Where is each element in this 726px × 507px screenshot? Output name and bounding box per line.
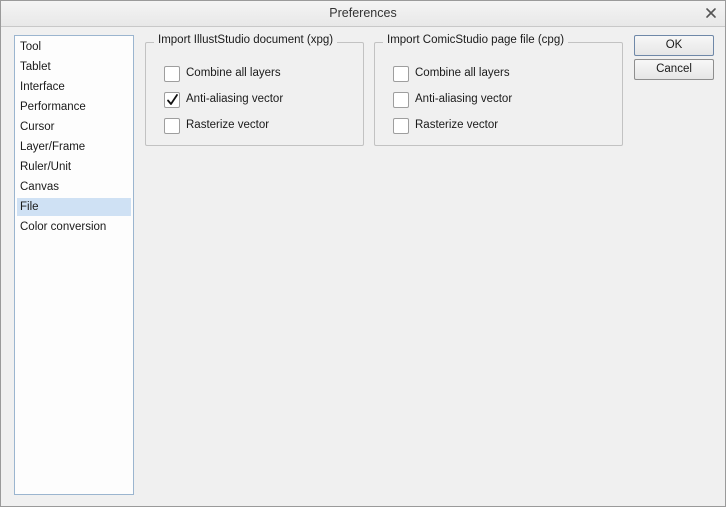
- checkbox-label: Anti-aliasing vector: [186, 93, 284, 105]
- category-item-cursor[interactable]: Cursor: [17, 118, 131, 136]
- category-item-canvas[interactable]: Canvas: [17, 178, 131, 196]
- checkbox-label: Combine all layers: [186, 67, 281, 79]
- category-item-ruler-unit[interactable]: Ruler/Unit: [17, 158, 131, 176]
- checkbox-box[interactable]: [393, 66, 409, 82]
- checkbox-label: Anti-aliasing vector: [415, 93, 513, 105]
- ok-button-label: OK: [665, 39, 683, 51]
- category-item-interface[interactable]: Interface: [17, 78, 131, 96]
- category-item-label: Tablet: [20, 61, 51, 73]
- ok-button[interactable]: OK: [634, 35, 714, 56]
- checkbox-box[interactable]: [164, 118, 180, 134]
- category-item-file[interactable]: File: [17, 198, 131, 216]
- cancel-button-label: Cancel: [656, 63, 692, 75]
- close-icon: [706, 8, 716, 18]
- category-item-label: Layer/Frame: [20, 141, 86, 153]
- checkbox-label: Rasterize vector: [415, 119, 499, 131]
- category-item-label: Tool: [20, 41, 42, 53]
- checkbox-label: Rasterize vector: [186, 119, 270, 131]
- checkbox-box[interactable]: [393, 118, 409, 134]
- category-item-label: Ruler/Unit: [20, 161, 72, 173]
- category-list[interactable]: Tool Tablet Interface Performance Cursor…: [14, 35, 134, 495]
- import-cpg-group: Import ComicStudio page file (cpg) Combi…: [374, 34, 623, 146]
- checkbox-label: Combine all layers: [415, 67, 510, 79]
- category-item-performance[interactable]: Performance: [17, 98, 131, 116]
- import-xpg-group: Import IllustStudio document (xpg) Combi…: [145, 34, 364, 146]
- checkbox-box[interactable]: [164, 66, 180, 82]
- category-item-label: Cursor: [20, 121, 55, 133]
- import-cpg-legend: Import ComicStudio page file (cpg): [383, 34, 569, 46]
- category-item-tool[interactable]: Tool: [17, 38, 131, 56]
- checkmark-icon: [167, 94, 178, 105]
- category-item-tablet[interactable]: Tablet: [17, 58, 131, 76]
- close-button[interactable]: [703, 5, 719, 21]
- cancel-button[interactable]: Cancel: [634, 59, 714, 80]
- preferences-window: Preferences Tool Tablet Interface Perfor…: [0, 0, 726, 507]
- checkbox-box[interactable]: [393, 92, 409, 108]
- category-item-label: Performance: [20, 101, 86, 113]
- category-item-layer-frame[interactable]: Layer/Frame: [17, 138, 131, 156]
- checkbox-box[interactable]: [164, 92, 180, 108]
- category-item-label: File: [20, 201, 39, 213]
- category-item-color-conversion[interactable]: Color conversion: [17, 218, 131, 236]
- category-item-label: Canvas: [20, 181, 59, 193]
- window-title: Preferences: [329, 6, 397, 20]
- category-item-label: Interface: [20, 81, 65, 93]
- import-xpg-legend: Import IllustStudio document (xpg): [154, 34, 338, 46]
- title-bar[interactable]: Preferences: [1, 1, 725, 27]
- category-item-label: Color conversion: [20, 221, 107, 233]
